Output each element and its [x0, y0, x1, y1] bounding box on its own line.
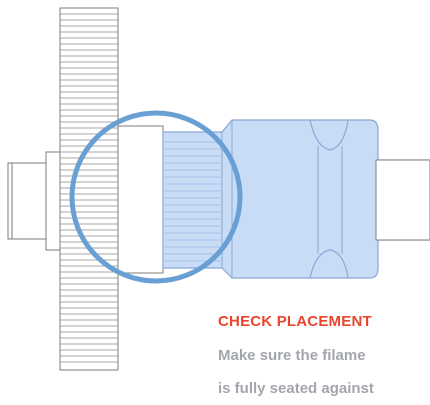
left-shaft — [7, 151, 61, 251]
knurled-gear — [59, 7, 119, 371]
clear-sleeve — [117, 125, 164, 274]
filament-adapter — [162, 119, 430, 279]
caption-block: CHECK PLACEMENT Make sure the filame is … — [218, 312, 430, 399]
caption-title: CHECK PLACEMENT — [218, 313, 372, 330]
assembly-diagram: CHECK PLACEMENT Make sure the filame is … — [0, 0, 430, 400]
caption-line-2: is fully seated against — [218, 380, 374, 397]
caption-line-1: Make sure the filame — [218, 347, 366, 364]
